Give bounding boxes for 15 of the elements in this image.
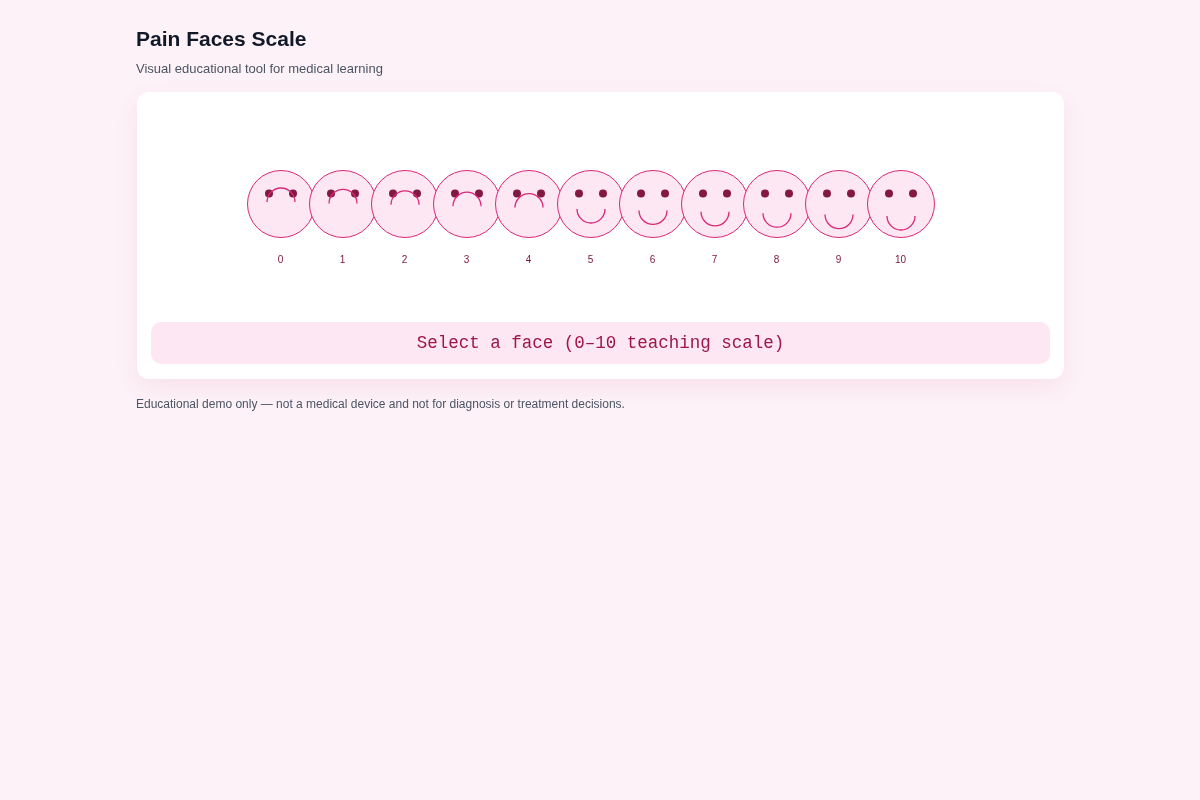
frowning-face-icon <box>432 170 501 238</box>
smiling-face-icon <box>804 170 873 238</box>
frowning-face-icon <box>246 170 315 238</box>
smiling-face-icon <box>742 170 811 238</box>
smiling-face-icon <box>556 170 625 238</box>
frowning-face-icon <box>308 170 377 238</box>
frowning-face-icon <box>494 170 563 238</box>
smiling-face-icon <box>866 170 935 238</box>
smiling-face-icon <box>680 170 749 238</box>
status-message: Select a face (0–10 teaching scale) <box>151 322 1050 364</box>
page-subtitle: Visual educational tool for medical learning <box>136 61 384 77</box>
disclaimer-text: Educational demo only — not a medical device and not for diagnosis or treatment decisions. <box>136 396 626 412</box>
smiling-face-icon <box>618 170 687 238</box>
page-title: Pain Faces Scale <box>136 26 308 52</box>
frowning-face-icon <box>370 170 439 238</box>
